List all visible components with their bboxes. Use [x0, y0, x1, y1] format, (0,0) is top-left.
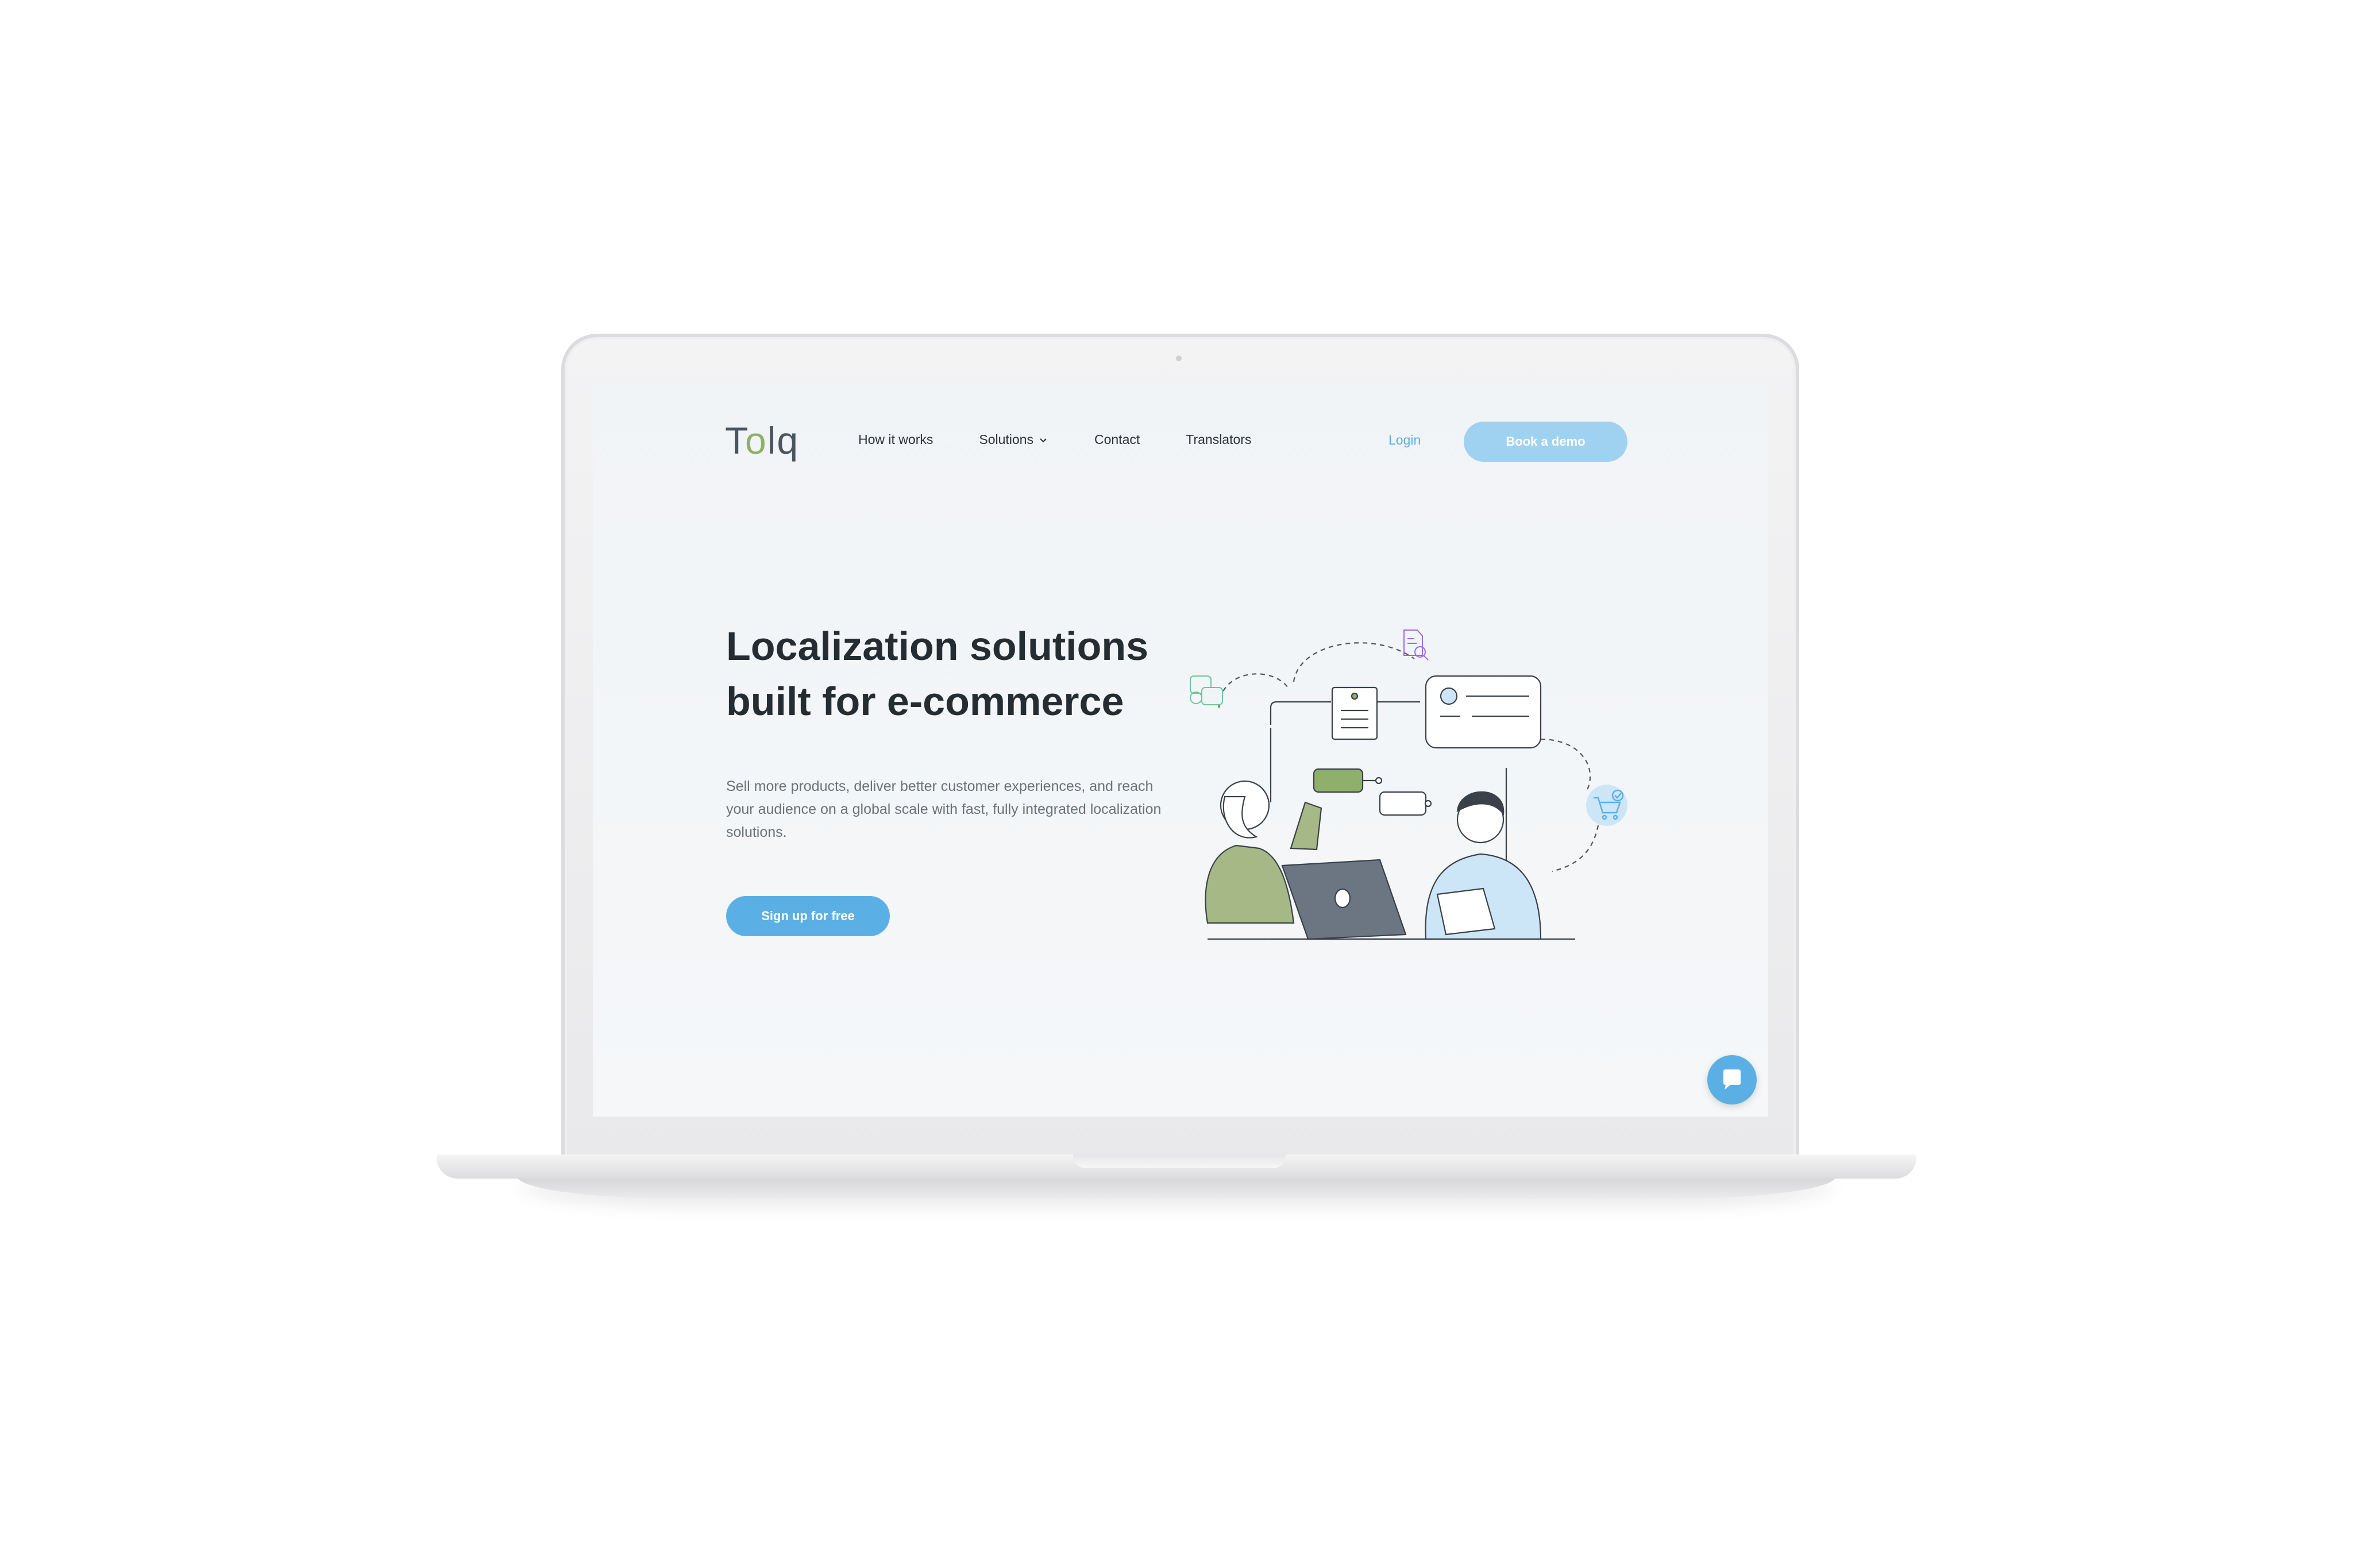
chat-bubble-icon	[1723, 1069, 1741, 1090]
chevron-down-icon	[1040, 438, 1047, 442]
document-search-icon	[1403, 629, 1429, 661]
book-demo-button[interactable]: Book a demo	[1464, 422, 1627, 462]
main-nav: How it works Solutions Contact Translato…	[858, 432, 1297, 447]
hero-title-line-2: built for e-commerce	[726, 679, 1124, 724]
nav-label: Translators	[1186, 432, 1252, 447]
nav-label: Solutions	[979, 432, 1033, 447]
nav-label: How it works	[858, 432, 934, 447]
logo-letter-t: T	[725, 419, 745, 462]
chat-button[interactable]	[1707, 1055, 1757, 1104]
login-link[interactable]: Login	[1388, 432, 1421, 448]
logo-letters-lq: lq	[767, 419, 800, 462]
translate-icon	[1190, 675, 1223, 705]
cart-bubble	[1586, 785, 1627, 826]
camera-dot	[1176, 356, 1182, 361]
tolq-logo[interactable]: Tolq	[725, 419, 799, 465]
hero-title: Localization solutions built for e-comme…	[726, 619, 1197, 729]
logo-letter-o: o	[745, 419, 767, 462]
nav-solutions[interactable]: Solutions	[979, 432, 1048, 447]
nav-translators[interactable]: Translators	[1186, 432, 1251, 447]
sign-up-button[interactable]: Sign up for free	[726, 896, 890, 936]
nav-how-it-works[interactable]: How it works	[858, 432, 933, 447]
browser-viewport: Tolq How it works Solutions Contact Tran…	[593, 383, 1768, 1117]
nav-label: Contact	[1094, 432, 1140, 447]
hero-title-line-1: Localization solutions	[726, 624, 1149, 669]
laptop-notch	[1073, 1154, 1286, 1168]
nav-contact[interactable]: Contact	[1094, 432, 1140, 447]
hero-illustration	[1190, 629, 1627, 940]
hero-description: Sell more products, deliver better custo…	[726, 778, 1162, 840]
laptop-base-underside	[517, 1176, 1836, 1199]
